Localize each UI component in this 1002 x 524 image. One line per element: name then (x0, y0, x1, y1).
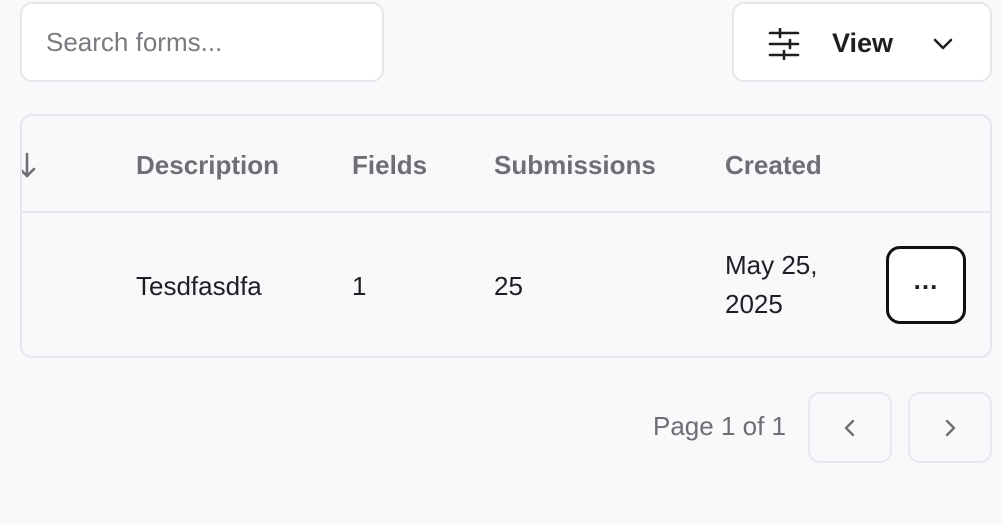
more-options-icon: ... (913, 265, 939, 295)
search-input[interactable] (20, 2, 384, 82)
view-button-label: View (832, 28, 894, 58)
forms-table: Description Fields Submissions Created T… (20, 114, 992, 358)
pagination-label: Page 1 of 1 (653, 411, 786, 441)
next-page-button[interactable] (908, 392, 992, 463)
table-row[interactable]: Tesdfasdfa 1 25 May 25, 2025 ... (22, 213, 990, 356)
forms-table-page: View Description Fields Submissions Crea… (0, 0, 1002, 524)
sort-arrow-icon[interactable] (20, 152, 38, 180)
cell-created: May 25, 2025 (725, 246, 818, 324)
chevron-down-icon (933, 38, 953, 50)
cell-fields: 1 (352, 271, 367, 301)
created-date-line1: May 25, (725, 250, 818, 280)
chevron-left-icon (844, 419, 855, 436)
chevron-right-icon (945, 419, 956, 436)
column-header-created[interactable]: Created (725, 150, 822, 181)
created-date-line2: 2025 (725, 289, 783, 319)
view-options-button[interactable]: View (732, 2, 992, 82)
column-header-description[interactable]: Description (136, 150, 279, 181)
row-actions-button[interactable]: ... (886, 246, 966, 324)
cell-submissions: 25 (494, 271, 523, 301)
column-header-fields[interactable]: Fields (352, 150, 427, 181)
cell-description: Tesdfasdfa (136, 271, 262, 301)
column-header-submissions[interactable]: Submissions (494, 150, 656, 181)
sliders-icon (768, 28, 800, 60)
table-header-row: Description Fields Submissions Created (22, 116, 990, 213)
previous-page-button[interactable] (808, 392, 892, 463)
